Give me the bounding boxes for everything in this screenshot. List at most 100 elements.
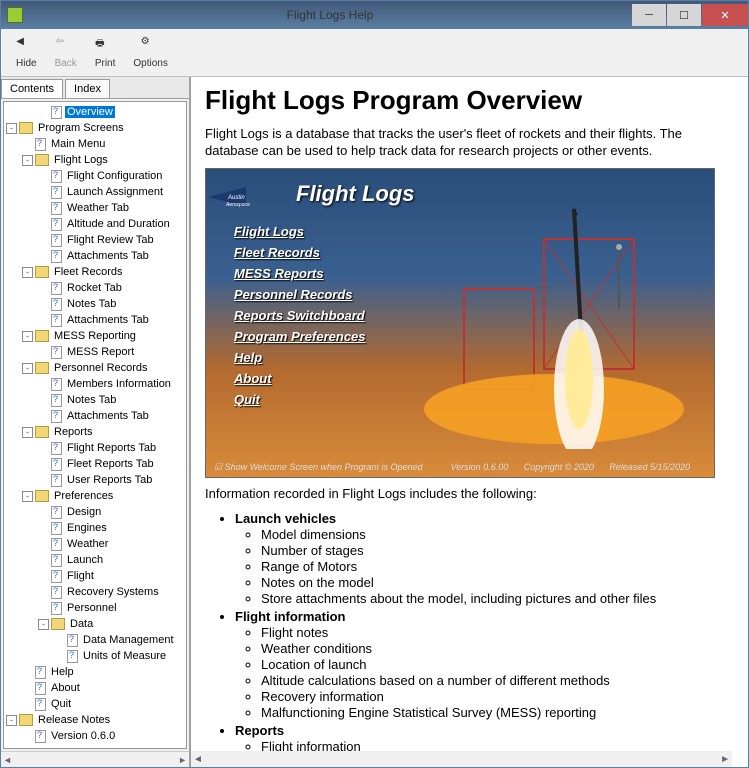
tree-label[interactable]: Overview [65, 106, 115, 118]
topic-tree[interactable]: Overview - Program Screens Main Menu - Flight… [3, 101, 187, 749]
tree-topic[interactable]: Weather Tab [6, 200, 184, 216]
tree-topic[interactable]: Attachments Tab [6, 312, 184, 328]
tree-topic[interactable]: Design [6, 504, 184, 520]
tree-topic[interactable]: Help [6, 664, 184, 680]
tree-label[interactable]: Weather [65, 538, 110, 550]
tree-label[interactable]: Version 0.6.0 [49, 730, 117, 742]
tree-label[interactable]: Launch Assignment [65, 186, 165, 198]
tree-topic[interactable]: Notes Tab [6, 296, 184, 312]
tree-label[interactable]: User Reports Tab [65, 474, 154, 486]
tree-label[interactable]: Main Menu [49, 138, 107, 150]
content-pane[interactable]: Flight Logs Program Overview Flight Logs… [191, 77, 748, 767]
tree-label[interactable]: Attachments Tab [65, 314, 151, 326]
tree-label[interactable]: Altitude and Duration [65, 218, 172, 230]
tree-topic[interactable]: About [6, 680, 184, 696]
tree-topic[interactable]: Version 0.6.0 [6, 728, 184, 744]
tree-topic[interactable]: Fleet Reports Tab [6, 456, 184, 472]
tree-topic[interactable]: Main Menu [6, 136, 184, 152]
tree-label[interactable]: Notes Tab [65, 394, 118, 406]
tree-label[interactable]: Flight Configuration [65, 170, 164, 182]
tree-label[interactable]: Attachments Tab [65, 250, 151, 262]
tree-label[interactable]: MESS Report [65, 346, 136, 358]
tree-label[interactable]: Release Notes [36, 714, 112, 726]
tree-topic[interactable]: Quit [6, 696, 184, 712]
tree-label[interactable]: MESS Reporting [52, 330, 138, 342]
hide-button[interactable]: ◀Hide [7, 31, 46, 74]
tree-label[interactable]: Members Information [65, 378, 173, 390]
tree-folder[interactable]: - Fleet Records [6, 264, 184, 280]
tree-label[interactable]: Engines [65, 522, 109, 534]
tree-label[interactable]: Weather Tab [65, 202, 131, 214]
tree-label[interactable]: Help [49, 666, 76, 678]
tree-label[interactable]: Recovery Systems [65, 586, 161, 598]
tree-toggle[interactable]: - [22, 427, 33, 438]
tree-label[interactable]: Program Screens [36, 122, 126, 134]
tree-topic[interactable]: Flight Review Tab [6, 232, 184, 248]
tree-topic[interactable]: Attachments Tab [6, 408, 184, 424]
tree-topic[interactable]: Flight Configuration [6, 168, 184, 184]
tree-topic[interactable]: Engines [6, 520, 184, 536]
tree-topic[interactable]: Launch [6, 552, 184, 568]
tree-label[interactable]: Launch [65, 554, 105, 566]
tree-topic[interactable]: Data Management [6, 632, 184, 648]
tree-topic[interactable]: Units of Measure [6, 648, 184, 664]
tree-label[interactable]: Units of Measure [81, 650, 168, 662]
options-button[interactable]: ⚙Options [124, 31, 176, 74]
tree-topic[interactable]: Altitude and Duration [6, 216, 184, 232]
tree-folder[interactable]: - Reports [6, 424, 184, 440]
tree-toggle[interactable]: - [22, 267, 33, 278]
tree-toggle[interactable]: - [6, 715, 17, 726]
tree-folder[interactable]: - Preferences [6, 488, 184, 504]
tree-label[interactable]: Preferences [52, 490, 115, 502]
tree-label[interactable]: Rocket Tab [65, 282, 124, 294]
tree-topic[interactable]: Flight Reports Tab [6, 440, 184, 456]
minimize-button[interactable]: ─ [632, 4, 666, 26]
tree-topic[interactable]: Attachments Tab [6, 248, 184, 264]
tree-topic[interactable]: MESS Report [6, 344, 184, 360]
tree-label[interactable]: Fleet Reports Tab [65, 458, 156, 470]
close-button[interactable]: ✕ [702, 4, 748, 26]
tree-toggle[interactable]: - [38, 619, 49, 630]
tree-topic[interactable]: Rocket Tab [6, 280, 184, 296]
tree-folder[interactable]: - Program Screens [6, 120, 184, 136]
tree-topic[interactable]: Flight [6, 568, 184, 584]
tree-toggle[interactable]: - [22, 363, 33, 374]
tree-label[interactable]: Notes Tab [65, 298, 118, 310]
tab-index[interactable]: Index [65, 79, 110, 98]
tree-scrollbar[interactable]: ◄► [1, 751, 189, 767]
print-button[interactable]: 🖶Print [86, 31, 125, 74]
tree-topic[interactable]: Members Information [6, 376, 184, 392]
tree-label[interactable]: Data [68, 618, 95, 630]
tree-label[interactable]: Personnel Records [52, 362, 150, 374]
tree-folder[interactable]: - MESS Reporting [6, 328, 184, 344]
tree-topic[interactable]: Personnel [6, 600, 184, 616]
maximize-button[interactable]: ☐ [667, 4, 701, 26]
tree-label[interactable]: Fleet Records [52, 266, 124, 278]
tree-folder[interactable]: - Release Notes [6, 712, 184, 728]
tree-topic[interactable]: Overview [6, 104, 184, 120]
tree-label[interactable]: Attachments Tab [65, 410, 151, 422]
tree-topic[interactable]: Weather [6, 536, 184, 552]
tree-label[interactable]: Flight Review Tab [65, 234, 156, 246]
tree-label[interactable]: Flight [65, 570, 96, 582]
tree-folder[interactable]: - Personnel Records [6, 360, 184, 376]
tab-contents[interactable]: Contents [1, 79, 63, 98]
tree-label[interactable]: Flight Reports Tab [65, 442, 158, 454]
tree-label[interactable]: Flight Logs [52, 154, 110, 166]
tree-topic[interactable]: Recovery Systems [6, 584, 184, 600]
tree-label[interactable]: Data Management [81, 634, 176, 646]
tree-folder[interactable]: - Data [6, 616, 184, 632]
tree-topic[interactable]: Notes Tab [6, 392, 184, 408]
content-scrollbar[interactable]: ◄► [191, 751, 732, 767]
tree-toggle[interactable]: - [22, 491, 33, 502]
tree-toggle[interactable]: - [22, 331, 33, 342]
tree-label[interactable]: Personnel [65, 602, 119, 614]
tree-label[interactable]: Reports [52, 426, 95, 438]
tree-folder[interactable]: - Flight Logs [6, 152, 184, 168]
tree-toggle[interactable]: - [6, 123, 17, 134]
tree-topic[interactable]: User Reports Tab [6, 472, 184, 488]
tree-toggle[interactable]: - [22, 155, 33, 166]
tree-topic[interactable]: Launch Assignment [6, 184, 184, 200]
tree-label[interactable]: Quit [49, 698, 73, 710]
tree-label[interactable]: Design [65, 506, 103, 518]
